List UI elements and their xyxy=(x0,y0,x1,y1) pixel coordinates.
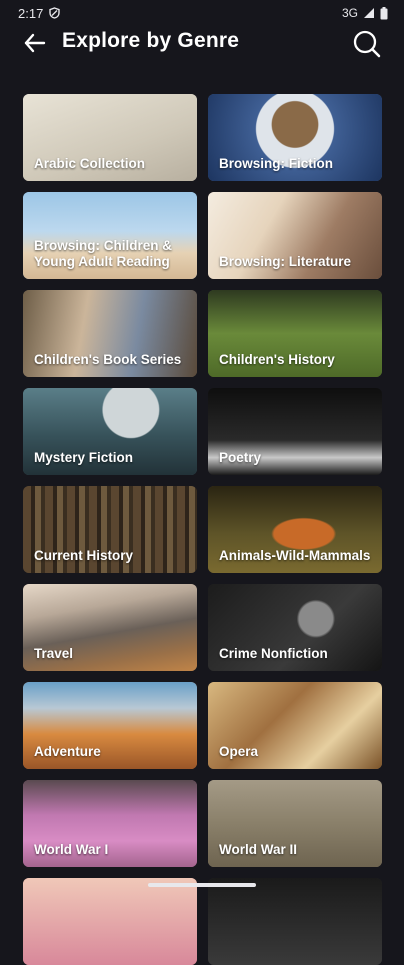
genre-tile[interactable]: World War I xyxy=(23,780,197,867)
genre-tile[interactable]: Travel xyxy=(23,584,197,671)
genre-tile[interactable]: Browsing: Literature xyxy=(208,192,382,279)
shield-icon xyxy=(49,7,61,19)
genre-label: World War I xyxy=(34,842,109,857)
genre-tile[interactable]: Children's Book Series xyxy=(23,290,197,377)
genre-label: Browsing: Children & Young Adult Reading xyxy=(34,238,172,269)
genre-label: Children's Book Series xyxy=(34,352,182,367)
genre-label: Browsing: Literature xyxy=(219,254,352,269)
page-title: Explore by Genre xyxy=(62,29,240,52)
genre-label: Opera xyxy=(219,744,259,759)
gesture-nav-bar[interactable] xyxy=(148,883,256,887)
genre-tile[interactable]: Browsing: Children & Young Adult Reading xyxy=(23,192,197,279)
genre-label: Browsing: Fiction xyxy=(219,156,333,171)
genre-tile[interactable]: Animals-Wild-Mammals xyxy=(208,486,382,573)
genre-label: Animals-Wild-Mammals xyxy=(219,548,371,563)
genre-label: Travel xyxy=(34,646,74,661)
genre-tile[interactable]: Current History xyxy=(23,486,197,573)
genre-tile[interactable]: Poetry xyxy=(208,388,382,475)
genre-label: Crime Nonfiction xyxy=(219,646,328,661)
genre-label: Adventure xyxy=(34,744,101,759)
genre-tile[interactable]: Crime Nonfiction xyxy=(208,584,382,671)
app-bar: Explore by Genre xyxy=(0,26,404,60)
genre-label: Poetry xyxy=(219,450,262,465)
genre-tile[interactable]: Opera xyxy=(208,682,382,769)
genre-label: World War II xyxy=(219,842,298,857)
genre-label: Mystery Fiction xyxy=(34,450,134,465)
status-bar: 2:17 3G xyxy=(0,0,404,26)
genre-tile[interactable]: Mystery Fiction xyxy=(23,388,197,475)
search-icon[interactable] xyxy=(352,29,382,59)
genre-label: Children's History xyxy=(219,352,335,367)
genre-grid: Arabic Collection Browsing: Fiction Browsi… xyxy=(23,94,383,965)
genre-tile[interactable]: World War II xyxy=(208,780,382,867)
network-type: 3G xyxy=(341,6,358,20)
genre-image xyxy=(23,878,197,965)
signal-icon xyxy=(364,8,374,18)
status-time: 2:17 xyxy=(18,5,44,21)
arrow-left-icon[interactable] xyxy=(22,31,48,55)
genre-label: Arabic Collection xyxy=(34,156,146,171)
genre-tile[interactable]: Browsing: Fiction xyxy=(208,94,382,181)
genre-label: Current History xyxy=(34,548,134,563)
genre-tile[interactable] xyxy=(23,878,197,965)
genre-tile[interactable]: Arabic Collection xyxy=(23,94,197,181)
genre-tile[interactable]: Adventure xyxy=(23,682,197,769)
genre-tile[interactable] xyxy=(208,878,382,965)
genre-tile[interactable]: Children's History xyxy=(208,290,382,377)
battery-icon xyxy=(380,6,388,19)
genre-image xyxy=(208,878,382,965)
